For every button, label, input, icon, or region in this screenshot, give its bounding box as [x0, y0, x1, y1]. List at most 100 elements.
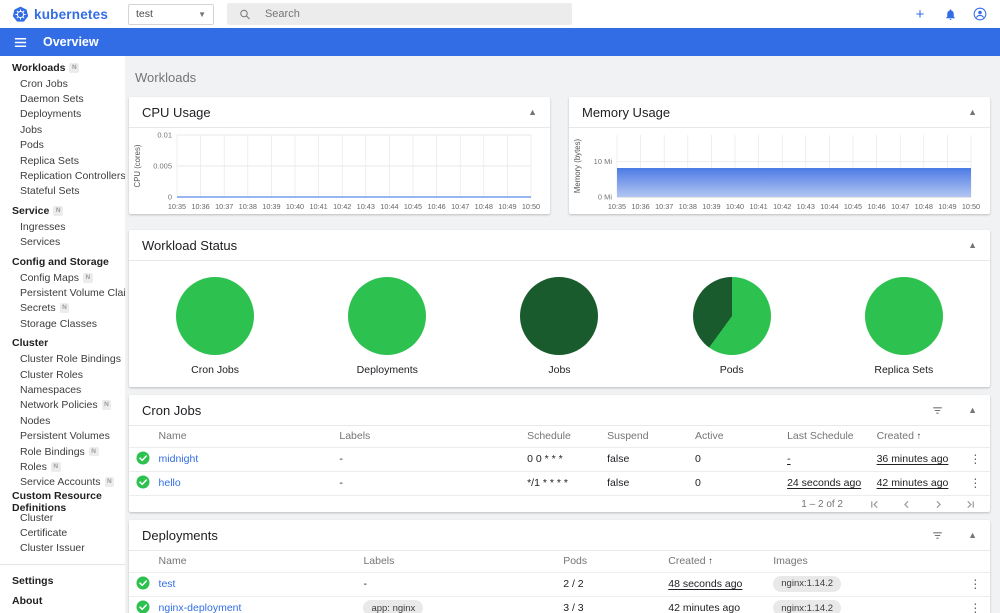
- sort-arrow-up-icon: ↑: [913, 431, 922, 443]
- sidebar-item-services[interactable]: Services: [0, 235, 125, 250]
- memory-usage-chart: 0 Mi 10 Mi 10:35 10:36 10:37 10:38 10:39 10:40 1…: [573, 135, 980, 211]
- kubernetes-logo-icon: [12, 6, 29, 22]
- sidebar-item-service-accounts[interactable]: Service Accounts N: [0, 475, 125, 490]
- column-header-labels[interactable]: Labels: [337, 426, 525, 447]
- page-header-title: Overview: [43, 35, 99, 49]
- kubernetes-logo[interactable]: kubernetes: [12, 6, 128, 23]
- sidebar-section-config-and-storage[interactable]: Config and Storage: [0, 254, 125, 270]
- sidebar-section-cluster[interactable]: Cluster: [0, 335, 125, 351]
- resource-link-test[interactable]: test: [159, 578, 176, 590]
- sidebar-item-network-policies[interactable]: Network Policies N: [0, 398, 125, 413]
- sidebar-item-roles[interactable]: Roles N: [0, 459, 125, 474]
- sidebar-item-replica-sets[interactable]: Replica Sets: [0, 153, 125, 168]
- column-header-name[interactable]: Name: [157, 551, 362, 572]
- pie-chart-jobs[interactable]: [520, 277, 599, 355]
- sidebar-item-stateful-sets[interactable]: Stateful Sets: [0, 184, 125, 199]
- column-header-active[interactable]: Active: [693, 426, 785, 447]
- row-menu-button[interactable]: ⋮: [960, 595, 990, 613]
- sidebar-item-about[interactable]: About: [0, 591, 125, 611]
- pie-jobs: Jobs: [520, 277, 599, 376]
- collapse-chevron-up-icon[interactable]: ▲: [528, 107, 537, 117]
- svg-text:10:38: 10:38: [239, 202, 257, 211]
- collapse-chevron-up-icon[interactable]: ▲: [968, 530, 977, 540]
- sidebar-item-cluster-issuer[interactable]: Cluster Issuer: [0, 541, 125, 556]
- svg-text:10:50: 10:50: [962, 202, 980, 211]
- namespace-selector[interactable]: test ▼: [128, 3, 214, 25]
- column-header-created[interactable]: Created ↑: [666, 551, 771, 572]
- sidebar-item-replication-controllers[interactable]: Replication Controllers: [0, 168, 125, 183]
- column-header-pods[interactable]: Pods: [561, 551, 666, 572]
- sidebar-item-namespaces[interactable]: Namespaces: [0, 382, 125, 397]
- status-ok-icon: [129, 470, 157, 495]
- sidebar-item-cluster-role-bindings[interactable]: Cluster Role Bindings: [0, 351, 125, 366]
- sidebar-item-config-maps[interactable]: Config Maps N: [0, 270, 125, 285]
- first-page-icon[interactable]: [869, 499, 880, 510]
- svg-text:10:48: 10:48: [915, 202, 933, 211]
- column-header-schedule[interactable]: Schedule: [525, 426, 605, 447]
- status-ok-icon: [129, 595, 157, 613]
- sidebar-item-pods[interactable]: Pods: [0, 138, 125, 153]
- sidebar-item-nodes[interactable]: Nodes: [0, 413, 125, 428]
- sidebar-item-jobs[interactable]: Jobs: [0, 122, 125, 137]
- sidebar-item-certificate[interactable]: Certificate: [0, 525, 125, 540]
- search-input[interactable]: [264, 8, 560, 20]
- row-menu-button[interactable]: ⋮: [960, 571, 990, 596]
- sidebar-item-cluster-roles[interactable]: Cluster Roles: [0, 367, 125, 382]
- namespaced-badge: N: [82, 272, 93, 283]
- cpu-usage-chart: 0 0.005 0.01 10:35 10:36 10:37 10:38 10:39 10:40…: [133, 131, 540, 211]
- account-icon[interactable]: [972, 6, 988, 22]
- filter-icon[interactable]: [931, 404, 944, 417]
- sidebar-item-role-bindings[interactable]: Role Bindings N: [0, 444, 125, 459]
- svg-text:10:46: 10:46: [427, 202, 445, 211]
- sidebar-section-custom-resource-definitions[interactable]: Custom Resource Definitions: [0, 490, 125, 514]
- card-title: CPU Usage: [142, 104, 211, 120]
- svg-text:10:38: 10:38: [679, 202, 697, 211]
- sidebar-item-persistent-volume-claims[interactable]: Persistent Volume ClaimsN: [0, 285, 125, 300]
- last-page-icon[interactable]: [965, 499, 976, 510]
- relative-time: -: [787, 453, 791, 465]
- next-page-icon[interactable]: [933, 499, 944, 510]
- sidebar-section-service[interactable]: Service N: [0, 203, 125, 219]
- sidebar-item-storage-classes[interactable]: Storage Classes: [0, 316, 125, 331]
- sidebar-section-workloads[interactable]: Workloads N: [0, 60, 125, 76]
- column-header-last-schedule[interactable]: Last Schedule: [785, 426, 875, 447]
- search-icon: [240, 9, 250, 19]
- collapse-chevron-up-icon[interactable]: ▲: [968, 405, 977, 415]
- collapse-chevron-up-icon[interactable]: ▲: [968, 240, 977, 250]
- sidebar-item-cron-jobs[interactable]: Cron Jobs: [0, 76, 125, 91]
- resource-link-midnight[interactable]: midnight: [159, 453, 199, 465]
- column-header-labels[interactable]: Labels: [361, 551, 561, 572]
- sidebar-item-deployments[interactable]: Deployments: [0, 107, 125, 122]
- row-menu-button[interactable]: ⋮: [960, 470, 990, 495]
- column-header-images[interactable]: Images: [771, 551, 960, 572]
- pie-label: Pods: [719, 364, 744, 376]
- notifications-bell-icon[interactable]: [942, 6, 958, 22]
- pie-chart-deployments[interactable]: [348, 277, 427, 355]
- menu-hamburger-icon[interactable]: [13, 35, 28, 50]
- create-resource-button[interactable]: +: [912, 6, 928, 22]
- label-chip: nginx:1.14.2: [773, 575, 842, 593]
- column-header-created[interactable]: Created ↑: [875, 426, 961, 447]
- filter-icon[interactable]: [931, 529, 944, 542]
- column-header-name[interactable]: Name: [157, 426, 338, 447]
- sidebar-item-settings[interactable]: Settings: [0, 571, 125, 591]
- cpu-usage-card: CPU Usage ▲ 0 0.005 0.01 10:35 10:36 10:37 10:…: [129, 97, 550, 214]
- resource-link-nginx-deployment[interactable]: nginx-deployment: [159, 602, 242, 613]
- collapse-chevron-up-icon[interactable]: ▲: [968, 107, 977, 117]
- pie-chart-cron-jobs[interactable]: [176, 277, 255, 355]
- pie-chart-pods[interactable]: [692, 277, 771, 355]
- sidebar-item-secrets[interactable]: Secrets N: [0, 301, 125, 316]
- pie-replica-sets: Replica Sets: [864, 277, 943, 376]
- pie-chart-replica-sets[interactable]: [864, 277, 943, 355]
- previous-page-icon[interactable]: [901, 499, 912, 510]
- svg-text:10:36: 10:36: [631, 202, 649, 211]
- sidebar-item-persistent-volumes[interactable]: Persistent Volumes: [0, 428, 125, 443]
- sidebar-item-ingresses[interactable]: Ingresses: [0, 219, 125, 234]
- resource-link-hello[interactable]: hello: [159, 477, 181, 489]
- column-header-suspend[interactable]: Suspend: [605, 426, 693, 447]
- sidebar-item-daemon-sets[interactable]: Daemon Sets: [0, 91, 125, 106]
- search-bar[interactable]: [227, 3, 572, 25]
- row-menu-button[interactable]: ⋮: [960, 446, 990, 471]
- status-ok-icon: [129, 446, 157, 471]
- chevron-down-icon: ▼: [198, 9, 206, 19]
